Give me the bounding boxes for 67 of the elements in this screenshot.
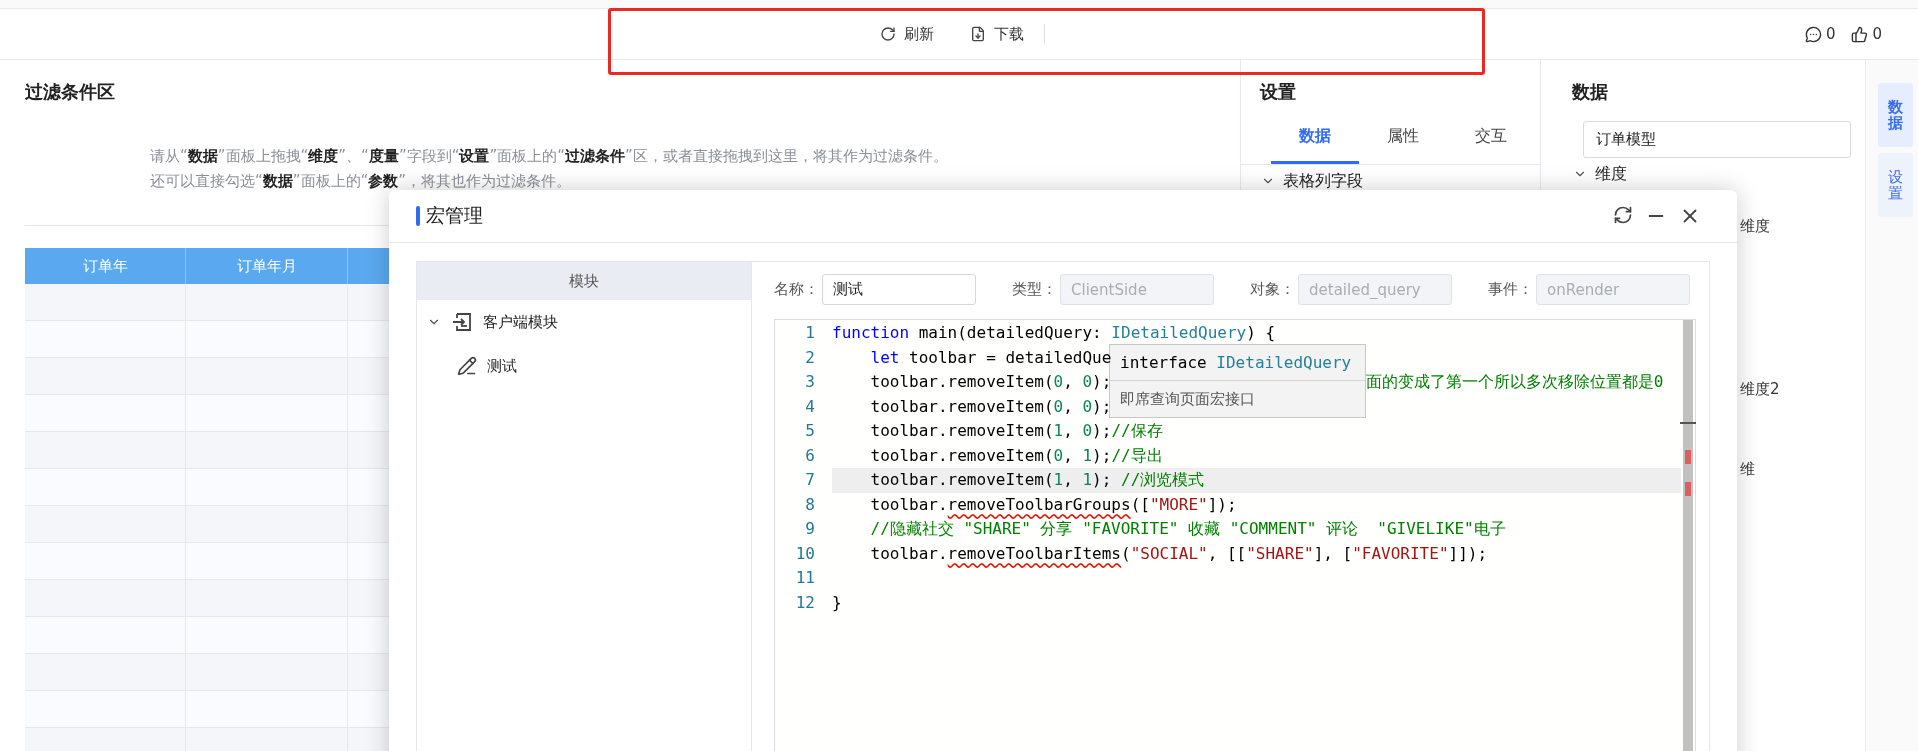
pencil-icon: [457, 356, 477, 376]
line-number: 3: [804, 371, 816, 393]
line-number: 9: [804, 518, 816, 540]
code-line: let toolbar = detailedQue: [869, 346, 1112, 369]
code-line: toolbar.removeItem(1, 0);//保存: [869, 420, 1163, 442]
counter-button[interactable]: 0: [1804, 25, 1836, 43]
field-item[interactable]: 维度: [1740, 217, 1770, 235]
column-header: 订单年月: [186, 248, 348, 284]
panel-title: 数据: [1571, 80, 1609, 104]
code-fragment: 面的变成了第一个所以多次移除位置都是0: [1365, 371, 1664, 393]
field-item[interactable]: 维: [1740, 460, 1755, 478]
tree-header: 模块: [417, 262, 751, 300]
toolbar-button[interactable]: 下载: [970, 24, 1024, 44]
line-number: 6: [804, 444, 816, 467]
code-line: toolbar.removeItem(0, 1);//导出: [869, 444, 1163, 467]
tree-item[interactable]: 测试: [487, 356, 517, 376]
field-label: 对象：: [1250, 280, 1296, 299]
column-header: 订单年: [25, 248, 186, 284]
title-accent: [416, 206, 420, 226]
code-line: toolbar.removeToolbarItems("SOCIAL", [["SHARE"], ["FAVORITE"]]);: [869, 542, 1488, 565]
side-tab[interactable]: 设置: [1878, 153, 1913, 217]
document-icon: [970, 26, 986, 42]
code-line: }: [832, 591, 842, 614]
field-label: 名称：: [774, 280, 820, 299]
type-signature: interface IDetailedQuery: [1110, 345, 1365, 381]
line-number: 1: [804, 322, 816, 344]
code-editor[interactable]: [774, 319, 1696, 751]
code-line: toolbar.removeItem(1, 1); //浏览模式: [869, 469, 1205, 491]
thumbs-up-icon: [1851, 25, 1869, 43]
hint-text: 还可以直接勾选“数据”面板上的“参数”，将其也作为过滤条件。: [150, 172, 572, 190]
group-label: 维度: [1595, 164, 1627, 184]
model-select[interactable]: 订单模型: [1583, 121, 1851, 158]
scrollbar[interactable]: [1683, 320, 1693, 751]
tab[interactable]: 属性: [1359, 120, 1447, 164]
code-line: function main(detailedQuery: IDetailedQuery) {: [832, 322, 1276, 344]
tab[interactable]: 数据: [1271, 120, 1359, 164]
panel-title: 设置: [1258, 80, 1297, 104]
line-number: 5: [804, 420, 816, 442]
counter-button[interactable]: 0: [1851, 25, 1882, 43]
tooltip-description: 即席查询页面宏接口: [1119, 388, 1256, 410]
section-title: 过滤条件区: [25, 80, 116, 104]
line-number: 11: [794, 567, 816, 589]
hint-text: 请从“数据”面板上拖拽“维度”、“度量”字段到“设置”面板上的“过滤条件”区，或者直接拖拽到这里，将其作为过滤条件。: [150, 147, 948, 165]
line-number: 7: [804, 469, 816, 491]
field-label: 类型：: [1012, 280, 1058, 299]
field-label: 事件：: [1488, 280, 1534, 299]
tree-item[interactable]: 客户端模块: [483, 312, 558, 332]
line-number: 8: [804, 493, 816, 516]
line-number: 2: [804, 346, 816, 369]
line-number: 10: [794, 542, 816, 565]
section-label: 表格列字段: [1283, 171, 1363, 191]
field-item[interactable]: 维度2: [1740, 380, 1780, 398]
code-line: //隐藏社交 "SHARE" 分享 "FAVORITE" 收藏 "COMMENT" 评论 "GIVELIKE"电子: [869, 518, 1506, 540]
line-number: 12: [794, 591, 816, 614]
refresh-icon: [880, 26, 896, 42]
module-icon: [451, 312, 473, 332]
code-line: toolbar.removeToolbarGroups(["MORE"]);: [869, 493, 1237, 516]
side-tab[interactable]: 数据: [1878, 83, 1913, 147]
dialog-title: 宏管理: [426, 203, 483, 228]
chat-bubble-icon: [1804, 25, 1822, 43]
tab[interactable]: 交互: [1447, 120, 1535, 164]
line-number: 4: [804, 395, 816, 418]
code-line: toolbar.removeItem(0, 0);: [869, 395, 1112, 418]
text-field[interactable]: 测试: [822, 274, 976, 305]
toolbar-button[interactable]: 刷新: [880, 24, 934, 44]
code-line: toolbar.removeItem(0, 0);: [869, 371, 1112, 393]
refresh-icon[interactable]: [1613, 205, 1633, 225]
